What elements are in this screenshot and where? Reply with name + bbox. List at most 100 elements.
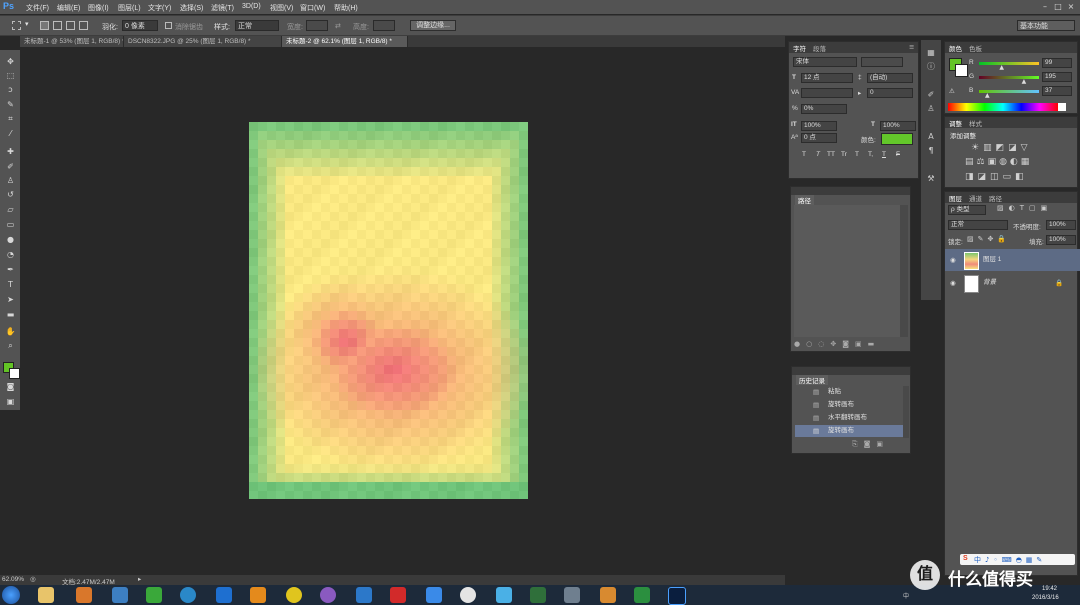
white-swatch[interactable]: [1058, 103, 1066, 111]
faux-bold-button[interactable]: T: [802, 151, 806, 158]
tab-history[interactable]: 历史记录: [796, 375, 828, 385]
char-scale-input[interactable]: 0%: [801, 104, 847, 114]
subtract-selection-icon[interactable]: [66, 21, 75, 30]
feather-input[interactable]: 0 像素: [122, 20, 158, 31]
vertical-scale-input[interactable]: 100%: [801, 121, 837, 131]
underline-button[interactable]: T: [882, 151, 886, 158]
strikethrough-button[interactable]: F: [896, 151, 900, 158]
tab-styles[interactable]: 样式: [969, 118, 982, 128]
refine-edge-button[interactable]: 调整边缘...: [410, 20, 456, 31]
layer-row[interactable]: ◉ 背景 🔒: [945, 272, 1080, 294]
green-slider[interactable]: [979, 76, 1039, 79]
red-slider-thumb[interactable]: ▲: [999, 64, 1004, 71]
tab-swatches[interactable]: 色板: [969, 43, 982, 53]
minimize-icon[interactable]: –: [1040, 2, 1050, 12]
screen-mode-icon[interactable]: ▣: [5, 396, 16, 407]
history-item-selected[interactable]: ▤ 旋转画布: [795, 425, 903, 437]
visibility-eye-icon[interactable]: ◉: [950, 249, 956, 271]
background-color-box[interactable]: [955, 64, 968, 77]
menu-type[interactable]: 文字(Y): [148, 3, 171, 13]
quick-mask-icon[interactable]: ◙: [5, 381, 16, 392]
tab-paths[interactable]: 路径: [795, 195, 814, 205]
app-icon[interactable]: [600, 587, 616, 603]
menu-file[interactable]: 文件(F): [26, 3, 49, 13]
workspace-select[interactable]: 基本功能: [1017, 20, 1075, 31]
eyedropper-icon[interactable]: ⁄: [5, 128, 16, 139]
menu-select[interactable]: 选择(S): [180, 3, 203, 13]
hand-icon[interactable]: ✋: [5, 326, 16, 337]
add-selection-icon[interactable]: [53, 21, 62, 30]
layer-filter-icons[interactable]: ▨◐T▢▣: [997, 204, 1052, 212]
style-select[interactable]: 正常: [235, 20, 279, 31]
zoom-level[interactable]: 62.09%: [2, 576, 24, 583]
app-icon[interactable]: [530, 587, 546, 603]
color-spectrum-ramp[interactable]: [948, 103, 1058, 111]
font-size-input[interactable]: 12 点: [801, 73, 853, 83]
visibility-eye-icon[interactable]: ◉: [950, 272, 956, 294]
brush-icon[interactable]: ✐: [5, 161, 16, 172]
subscript-button[interactable]: T,: [868, 151, 873, 158]
history-scrollbar[interactable]: [903, 386, 909, 438]
layer-name[interactable]: 图层 1: [983, 249, 1001, 271]
move-tool-icon[interactable]: ✥: [5, 56, 16, 67]
fill-input[interactable]: 100%: [1046, 235, 1076, 245]
tab-layers[interactable]: 图层: [949, 193, 962, 203]
healing-brush-icon[interactable]: ✚: [5, 146, 16, 157]
ie-icon[interactable]: [216, 587, 232, 603]
tab-document-2[interactable]: DSCN8322.JPG @ 25% (图层 1, RGB/8) *: [124, 36, 282, 47]
clock-date[interactable]: 2016/3/16: [1032, 595, 1059, 601]
tab-paths-layers[interactable]: 路径: [989, 193, 1002, 203]
blend-mode-select[interactable]: 正常: [948, 220, 1008, 230]
status-info-icon[interactable]: ◎: [30, 575, 36, 583]
app-icon[interactable]: [320, 587, 336, 603]
app-icon[interactable]: [356, 587, 372, 603]
blur-icon[interactable]: ●: [5, 234, 16, 245]
height-input[interactable]: [373, 20, 395, 31]
width-input[interactable]: [306, 20, 328, 31]
app-icon[interactable]: [564, 587, 580, 603]
adjustment-icons-row-1[interactable]: ☀▥◩◪▽: [971, 143, 1032, 153]
lock-icons[interactable]: ▨✎✥🔒: [967, 235, 1010, 243]
app-icon[interactable]: [250, 587, 266, 603]
green-input[interactable]: 195: [1042, 72, 1072, 82]
red-input[interactable]: 99: [1042, 58, 1072, 68]
adjustment-icons-row-2[interactable]: ▤⚖▣◍◐▦: [965, 157, 1032, 167]
all-caps-button[interactable]: TT: [827, 151, 835, 158]
history-footer-icons[interactable]: ⎘◙▣: [852, 440, 889, 449]
layer-kind-filter[interactable]: ρ 类型: [948, 205, 986, 215]
history-item[interactable]: ▤ 旋转画布: [795, 399, 903, 411]
zoom-icon[interactable]: ⌕: [5, 340, 16, 351]
font-family-select[interactable]: 宋体: [793, 57, 857, 67]
path-select-icon[interactable]: ➤: [5, 294, 16, 305]
pen-icon[interactable]: ✒: [5, 264, 16, 275]
tool-presets-icon[interactable]: ⚒: [926, 174, 936, 184]
kerning-input[interactable]: [801, 88, 853, 98]
history-brush-icon[interactable]: ↺: [5, 189, 16, 200]
paragraph-panel-icon[interactable]: ¶: [926, 146, 936, 156]
app-icon[interactable]: [426, 587, 442, 603]
lasso-icon[interactable]: ↄ: [5, 84, 16, 95]
horizontal-scale-input[interactable]: 100%: [880, 121, 916, 131]
menu-3d[interactable]: 3D(D): [242, 3, 261, 10]
marquee-tool-icon[interactable]: [12, 21, 21, 30]
marquee-icon[interactable]: ⬚: [5, 70, 16, 81]
character-panel-icon[interactable]: A: [926, 132, 936, 142]
info-icon[interactable]: ⓘ: [926, 62, 936, 72]
background-color-swatch[interactable]: [9, 368, 20, 379]
tab-adjustments[interactable]: 调整: [949, 118, 962, 128]
app-icon[interactable]: [112, 587, 128, 603]
panel-menu-icon[interactable]: ≡: [909, 43, 914, 51]
menu-image[interactable]: 图像(I): [88, 3, 109, 13]
tab-character[interactable]: 字符: [793, 43, 806, 53]
tray-ime-label[interactable]: 中: [903, 591, 909, 600]
tracking-input[interactable]: 0: [867, 88, 913, 98]
app-icon[interactable]: [496, 587, 512, 603]
photoshop-taskbar-icon[interactable]: [668, 587, 686, 605]
tool-preset-dropdown-icon[interactable]: ▾: [25, 20, 29, 28]
chrome-icon[interactable]: [460, 587, 476, 603]
new-selection-icon[interactable]: [40, 21, 49, 30]
layer-name[interactable]: 背景: [983, 272, 996, 294]
excel-icon[interactable]: [634, 587, 650, 603]
brush-presets-icon[interactable]: ✐: [926, 90, 936, 100]
menu-help[interactable]: 帮助(H): [334, 3, 358, 13]
